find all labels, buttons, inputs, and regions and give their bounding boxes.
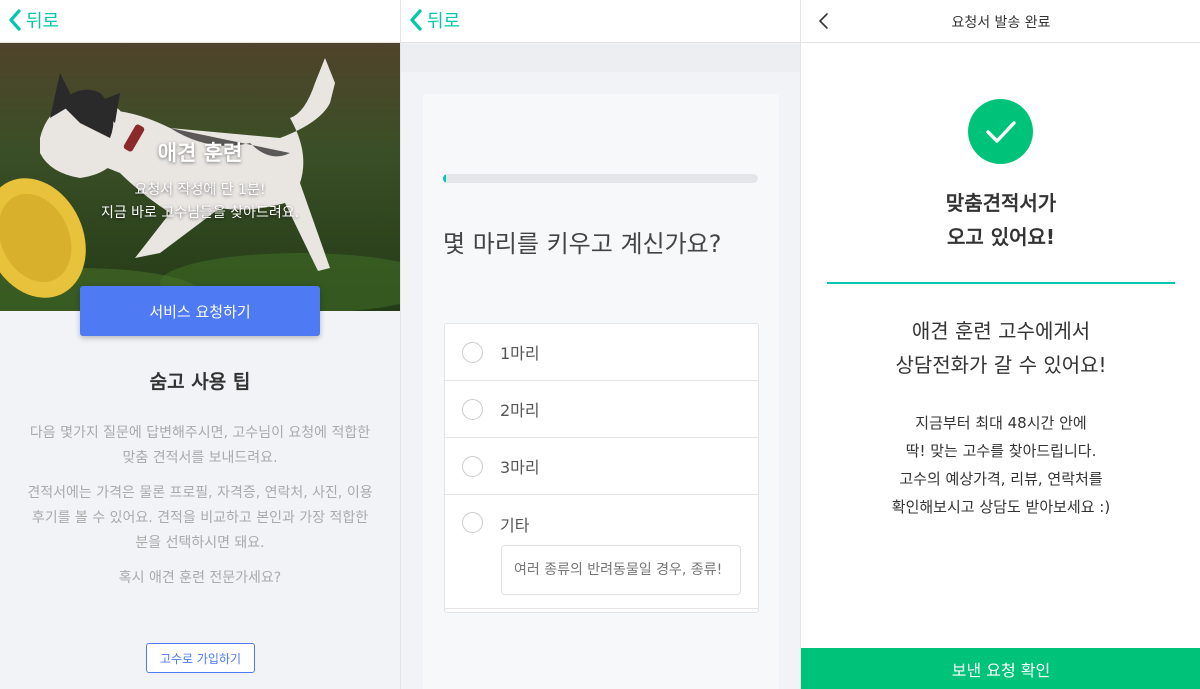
hero-title: 애견 훈련: [157, 141, 243, 165]
completion-line1: 맞춤견적서가: [945, 191, 1057, 215]
question-card: 몇 마리를 키우고 계신가요? 1마리 2마리 3마리 기타: [423, 94, 779, 689]
top-bar: 뒤로: [401, 0, 800, 43]
description-line: 지금부터 최대 48시간 안에: [915, 414, 1087, 432]
join-as-pro-button[interactable]: 고수로 가입하기: [146, 643, 255, 673]
option-label: 1마리: [500, 344, 540, 363]
description-line: 확인해보시고 상담도 받아보세요 :): [891, 498, 1111, 516]
option-label: 2마리: [500, 401, 540, 420]
hero-subtitle-line1: 요청서 작성에 단 1분!: [134, 182, 266, 198]
top-bar: 요청서 발송 완료: [801, 0, 1200, 43]
tip-text: 분을 선택하시면 돼요.: [135, 535, 265, 551]
consult-message: 애견 훈련 고수에게서 상담전화가 갈 수 있어요!: [801, 314, 1200, 382]
page-title: 요청서 발송 완료: [951, 15, 1051, 31]
check-icon: [985, 120, 1016, 143]
tip-text: 후기를 볼 수 있어요. 견적을 비교하고 본인과 가장 적합한: [31, 510, 369, 526]
tip-text: 다음 몇가지 질문에 답변해주시면, 고수님이 요청에 적합한: [29, 425, 371, 441]
back-label: 뒤로: [26, 11, 60, 32]
radio-empty-icon[interactable]: [462, 341, 483, 363]
view-sent-requests-button[interactable]: 보낸 요청 확인: [801, 648, 1200, 689]
service-intro-screen: 뒤로 애견 훈련 요청서 작성에 단 1분! 지금 바로 고수님들을 찾아드려요…: [0, 0, 400, 689]
top-bar: 뒤로: [0, 0, 400, 43]
expert-question: 혹시 애견 훈련 전문가세요?: [118, 570, 282, 586]
back-button[interactable]: 뒤로: [8, 7, 59, 33]
option-3[interactable]: 3마리: [445, 438, 758, 495]
completion-line2: 오고 있어요!: [946, 225, 1056, 249]
completion-message: 맞춤견적서가 오고 있어요!: [801, 186, 1200, 254]
question-screen: 뒤로 몇 마리를 키우고 계신가요? 1마리 2마리 3마리 기타: [400, 0, 800, 689]
progress-bar: [443, 174, 758, 183]
hero-subtitle-line2: 지금 바로 고수님들을 찾아드려요.: [100, 205, 300, 221]
option-2[interactable]: 2마리: [445, 381, 758, 438]
tip-text: 맞춤 견적서를 보내드려요.: [122, 450, 278, 466]
description-line: 고수의 예상가격, 리뷰, 연락처를: [899, 470, 1103, 488]
options-list: 1마리 2마리 3마리 기타: [444, 323, 759, 613]
check-circle: [968, 99, 1033, 164]
option-1[interactable]: 1마리: [445, 324, 758, 381]
back-button[interactable]: 뒤로: [409, 7, 460, 33]
request-sent-screen: 요청서 발송 완료 맞춤견적서가 오고 있어요! 애견 훈련 고수에게서 상담전…: [800, 0, 1200, 689]
request-service-button[interactable]: 서비스 요청하기: [80, 286, 320, 336]
option-label: 3마리: [500, 458, 540, 477]
chevron-left-icon: [9, 9, 21, 31]
description-line: 딱! 맞는 고수를 찾아드립니다.: [905, 442, 1097, 460]
tip-text: 견적서에는 가격은 물론 프로필, 자격증, 연락처, 사진, 이용: [27, 485, 373, 501]
divider: [827, 282, 1175, 284]
radio-empty-icon[interactable]: [462, 455, 483, 477]
back-label: 뒤로: [427, 11, 461, 32]
option-label: 기타: [500, 516, 530, 535]
description: 지금부터 최대 48시간 안에 딱! 맞는 고수를 찾아드립니다. 고수의 예상…: [801, 409, 1200, 521]
hero-banner: 애견 훈련 요청서 작성에 단 1분! 지금 바로 고수님들을 찾아드려요.: [0, 43, 400, 311]
etc-text-input[interactable]: [501, 545, 741, 595]
chevron-left-icon: [410, 9, 422, 31]
progress-fill: [443, 174, 447, 183]
dog-photo: [0, 43, 400, 311]
tips-title: 숨고 사용 팁: [149, 371, 251, 393]
consult-line1: 애견 훈련 고수에게서: [911, 319, 1091, 343]
header-spacer: [401, 44, 800, 72]
consult-line2: 상담전화가 갈 수 있어요!: [895, 353, 1107, 377]
radio-empty-icon[interactable]: [462, 512, 483, 533]
radio-empty-icon[interactable]: [462, 398, 483, 420]
question-title: 몇 마리를 키우고 계신가요?: [443, 230, 722, 258]
